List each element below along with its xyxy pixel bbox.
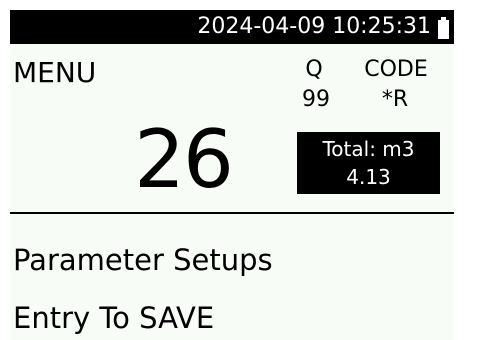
total-value: 4.13 — [346, 165, 391, 189]
datetime: 2024-04-09 10:25:31 — [197, 14, 431, 39]
battery-body — [438, 20, 449, 39]
divider — [10, 212, 454, 214]
parameter-setups-item[interactable]: Parameter Setups — [13, 242, 273, 278]
code-value: *R — [381, 87, 409, 112]
code-label: CODE — [364, 57, 428, 82]
big-reading-value: 26 — [134, 113, 234, 206]
entry-to-save-item[interactable]: Entry To SAVE — [13, 300, 214, 336]
q-label: Q — [305, 57, 323, 82]
total-box: Total: m3 4.13 — [297, 132, 440, 194]
total-label: Total: m3 — [322, 137, 415, 161]
status-bar: 2024-04-09 10:25:31 — [10, 10, 454, 44]
q-value: 99 — [302, 87, 330, 112]
menu-label: MENU — [13, 56, 97, 89]
battery-full-icon — [438, 17, 449, 39]
device-screen: 2024-04-09 10:25:31 MENU Q 99 CODE *R 26… — [10, 10, 454, 340]
